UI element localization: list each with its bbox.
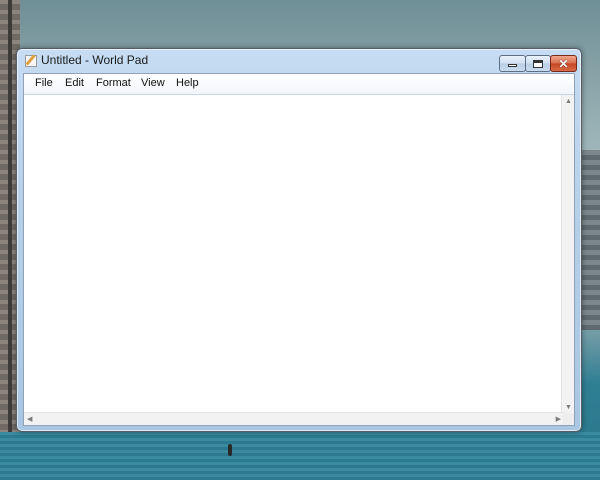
menu-format[interactable]: Format <box>96 77 131 89</box>
close-icon: ✕ <box>558 56 569 71</box>
scroll-left-arrow-icon[interactable]: ◀ <box>27 416 32 423</box>
minimize-icon <box>508 64 517 67</box>
wallpaper-buoy <box>228 444 232 456</box>
maximize-button[interactable] <box>525 55 551 72</box>
wallpaper-sea <box>0 432 600 480</box>
menu-edit[interactable]: Edit <box>65 77 84 89</box>
menu-view[interactable]: View <box>141 77 165 89</box>
wallpaper-buildings <box>582 150 600 330</box>
scroll-down-arrow-icon[interactable]: ▼ <box>565 404 572 411</box>
client-area: File Edit Format View Help ▲ ▼ ◀ ▶ <box>23 73 575 426</box>
window-title: Untitled - World Pad <box>41 53 149 67</box>
title-bar[interactable]: Untitled - World Pad ✕ <box>17 49 581 73</box>
text-editor-area[interactable] <box>24 95 564 414</box>
scroll-right-arrow-icon[interactable]: ▶ <box>556 416 561 423</box>
menu-file[interactable]: File <box>35 77 53 89</box>
menu-help[interactable]: Help <box>176 77 199 89</box>
vertical-scrollbar[interactable]: ▲ ▼ <box>561 95 574 414</box>
resize-grip-icon[interactable] <box>562 413 574 425</box>
minimize-button[interactable] <box>499 55 526 72</box>
horizontal-scrollbar[interactable]: ◀ ▶ <box>24 412 564 425</box>
maximize-icon <box>533 59 543 68</box>
worldpad-app-icon[interactable] <box>25 55 37 67</box>
close-button[interactable]: ✕ <box>550 55 577 72</box>
menu-bar: File Edit Format View Help <box>24 74 574 95</box>
scroll-up-arrow-icon[interactable]: ▲ <box>565 98 572 105</box>
worldpad-window: Untitled - World Pad ✕ File Edit Format … <box>16 48 582 432</box>
